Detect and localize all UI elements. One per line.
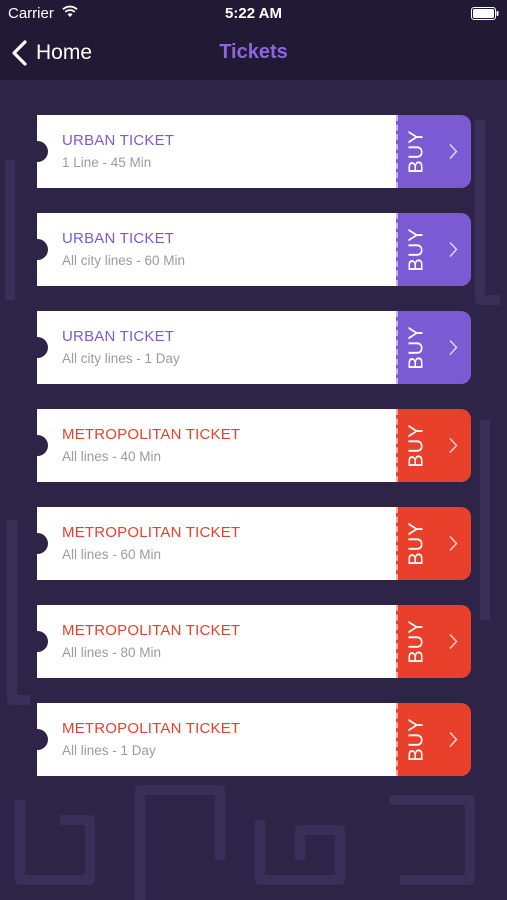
buy-button[interactable]: BUY bbox=[396, 605, 471, 678]
ticket-name: URBAN TICKET bbox=[62, 132, 175, 149]
ticket-description: All lines - 60 Min bbox=[62, 547, 162, 562]
ticket-body: METROPOLITAN TICKET All lines - 60 Min bbox=[27, 507, 396, 580]
ticket-card[interactable]: URBAN TICKET All city lines - 60 Min BUY bbox=[27, 213, 471, 286]
battery-icon bbox=[471, 7, 499, 20]
ticket-notch bbox=[27, 239, 48, 260]
chevron-right-icon bbox=[449, 438, 458, 453]
ticket-body: METROPOLITAN TICKET All lines - 40 Min bbox=[27, 409, 396, 482]
ticket-description: 1 Line - 45 Min bbox=[62, 155, 152, 170]
ticket-notch bbox=[27, 435, 48, 456]
ticket-card[interactable]: URBAN TICKET All city lines - 1 Day BUY bbox=[27, 311, 471, 384]
ticket-name: METROPOLITAN TICKET bbox=[62, 720, 241, 737]
ticket-list: URBAN TICKET 1 Line - 45 Min BUY URBAN T… bbox=[27, 115, 471, 801]
buy-label: BUY bbox=[405, 423, 428, 468]
chevron-right-icon bbox=[449, 144, 458, 159]
ticket-name: METROPOLITAN TICKET bbox=[62, 622, 241, 639]
ticket-name: URBAN TICKET bbox=[62, 230, 175, 247]
ticket-notch bbox=[27, 337, 48, 358]
page-title: Tickets bbox=[219, 41, 288, 63]
chevron-right-icon bbox=[449, 634, 458, 649]
buy-button[interactable]: BUY bbox=[396, 409, 471, 482]
ticket-name: URBAN TICKET bbox=[62, 328, 175, 345]
ticket-body: URBAN TICKET 1 Line - 45 Min bbox=[27, 115, 396, 188]
ticket-description: All city lines - 1 Day bbox=[62, 351, 180, 366]
ticket-description: All lines - 1 Day bbox=[62, 743, 156, 758]
ticket-description: All lines - 80 Min bbox=[62, 645, 162, 660]
buy-button[interactable]: BUY bbox=[396, 213, 471, 286]
ticket-card[interactable]: METROPOLITAN TICKET All lines - 1 Day BU… bbox=[27, 703, 471, 776]
ticket-body: URBAN TICKET All city lines - 60 Min bbox=[27, 213, 396, 286]
buy-label: BUY bbox=[405, 521, 428, 566]
chevron-right-icon bbox=[449, 242, 458, 257]
ticket-notch bbox=[27, 141, 48, 162]
buy-label: BUY bbox=[405, 129, 428, 174]
status-bar: Carrier 5:22 AM bbox=[0, 0, 507, 28]
ticket-name: METROPOLITAN TICKET bbox=[62, 524, 241, 541]
buy-button[interactable]: BUY bbox=[396, 115, 471, 188]
ticket-description: All lines - 40 Min bbox=[62, 449, 162, 464]
chevron-right-icon bbox=[449, 732, 458, 747]
ticket-card[interactable]: METROPOLITAN TICKET All lines - 60 Min B… bbox=[27, 507, 471, 580]
buy-label: BUY bbox=[405, 619, 428, 664]
ticket-notch bbox=[27, 631, 48, 652]
status-time: 5:22 AM bbox=[225, 5, 282, 22]
ticket-card[interactable]: METROPOLITAN TICKET All lines - 80 Min B… bbox=[27, 605, 471, 678]
ticket-body: METROPOLITAN TICKET All lines - 80 Min bbox=[27, 605, 396, 678]
ticket-body: METROPOLITAN TICKET All lines - 1 Day bbox=[27, 703, 396, 776]
buy-label: BUY bbox=[405, 717, 428, 762]
ticket-card[interactable]: URBAN TICKET 1 Line - 45 Min BUY bbox=[27, 115, 471, 188]
ticket-notch bbox=[27, 533, 48, 554]
chevron-right-icon bbox=[449, 340, 458, 355]
ticket-card[interactable]: METROPOLITAN TICKET All lines - 40 Min B… bbox=[27, 409, 471, 482]
chevron-right-icon bbox=[449, 536, 458, 551]
buy-button[interactable]: BUY bbox=[396, 311, 471, 384]
ticket-body: URBAN TICKET All city lines - 1 Day bbox=[27, 311, 396, 384]
navigation-bar: Home Tickets bbox=[0, 28, 507, 80]
buy-button[interactable]: BUY bbox=[396, 507, 471, 580]
buy-label: BUY bbox=[405, 325, 428, 370]
ticket-description: All city lines - 60 Min bbox=[62, 253, 186, 268]
ticket-name: METROPOLITAN TICKET bbox=[62, 426, 241, 443]
ticket-notch bbox=[27, 729, 48, 750]
buy-button[interactable]: BUY bbox=[396, 703, 471, 776]
buy-label: BUY bbox=[405, 227, 428, 272]
